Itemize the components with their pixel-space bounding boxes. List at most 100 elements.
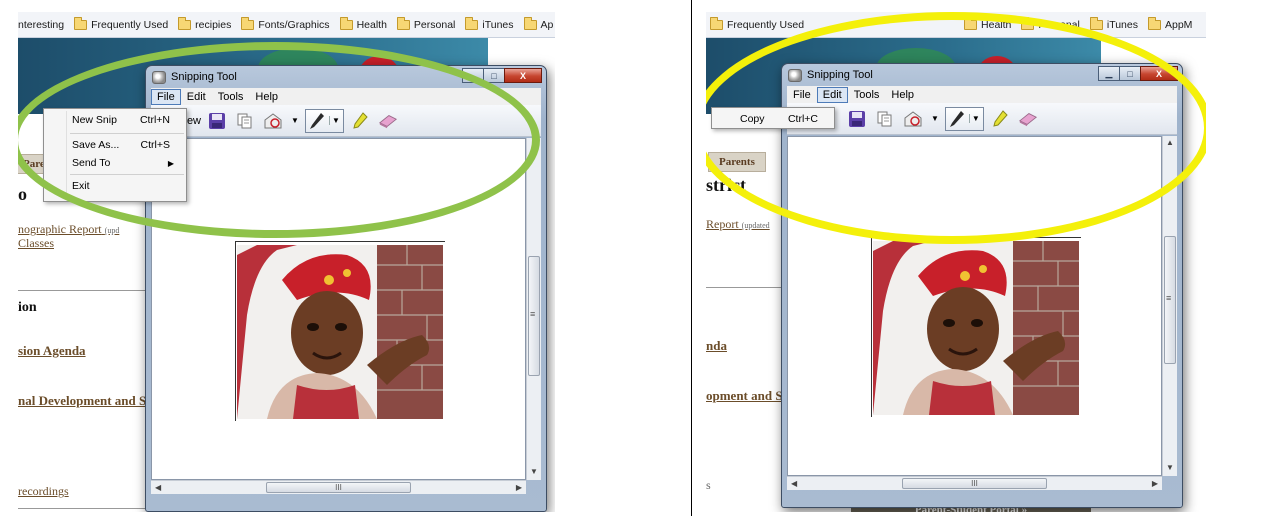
title-bar[interactable]: Snipping Tool ▁ □ X <box>782 64 1182 86</box>
menu-bar: File Edit Tools Help <box>151 88 541 105</box>
menu-item-copy[interactable]: Copy Ctrl+C <box>712 108 834 130</box>
bookmark-label: recipies <box>195 18 232 31</box>
title-bar[interactable]: Snipping Tool ▁ □ X <box>146 66 546 88</box>
menu-file[interactable]: File <box>787 87 817 103</box>
menu-item-send-to[interactable]: Send To ▶ <box>44 154 186 172</box>
menu-item-shortcut: Ctrl+N <box>139 114 170 126</box>
bookmark-personal[interactable]: Personal <box>1021 16 1080 31</box>
folder-icon <box>1089 16 1103 30</box>
demographic-report-link[interactable]: nographic Report (upd <box>18 222 119 237</box>
menu-item-save-as[interactable]: Save As... Ctrl+S <box>44 136 186 154</box>
pen-dropdown-arrow-icon[interactable]: ▼ <box>328 116 340 125</box>
professional-development-link[interactable]: nal Development and S <box>18 393 146 409</box>
send-icon[interactable] <box>903 109 923 129</box>
maximize-button[interactable]: □ <box>1119 66 1141 81</box>
bookmark-label: iTunes <box>482 18 514 31</box>
horizontal-scroll-thumb[interactable]: III <box>902 478 1047 489</box>
window-controls: ▁ □ X <box>1098 66 1178 81</box>
scroll-right-arrow-icon[interactable]: ▶ <box>1152 479 1158 488</box>
scroll-down-arrow-icon[interactable]: ▼ <box>530 467 538 476</box>
vertical-scrollbar[interactable]: ▲ ≡ ▼ <box>526 138 541 480</box>
send-dropdown-arrow-icon[interactable]: ▼ <box>291 116 299 125</box>
bookmark-health[interactable]: Health <box>339 16 387 31</box>
bookmarks-bar: nteresting Frequently Used recipies Font… <box>18 12 555 38</box>
pen-tool-button[interactable]: ▼ <box>304 108 344 133</box>
pen-icon <box>309 112 324 129</box>
eraser-icon[interactable] <box>378 111 398 131</box>
vertical-scrollbar[interactable]: ▲ ≡ ▼ <box>1162 136 1177 476</box>
window-title: Snipping Tool <box>807 69 873 81</box>
menu-item-exit[interactable]: Exit <box>44 177 186 195</box>
send-dropdown-arrow-icon[interactable]: ▼ <box>931 114 939 123</box>
folder-icon <box>1148 16 1161 30</box>
close-button[interactable]: X <box>1140 66 1178 81</box>
scroll-right-arrow-icon[interactable]: ▶ <box>516 483 522 492</box>
menu-item-label: Exit <box>72 180 90 192</box>
bookmark-recipies[interactable]: recipies <box>178 16 232 31</box>
bookmark-ap[interactable]: Ap <box>523 16 553 31</box>
menu-item-new-snip[interactable]: New Snip Ctrl+N <box>44 109 186 131</box>
folder-icon <box>465 16 479 30</box>
bookmark-frequently-used[interactable]: Frequently Used <box>710 16 804 31</box>
scroll-up-arrow-icon[interactable]: ▲ <box>1166 138 1174 147</box>
scroll-grip: ≡ <box>1166 293 1172 303</box>
folder-icon <box>74 16 88 30</box>
bookmark-personal[interactable]: Personal <box>396 16 455 31</box>
page-fragment: s <box>706 478 711 492</box>
save-icon[interactable] <box>207 111 227 131</box>
session-agenda-link[interactable]: nda <box>706 338 727 354</box>
scroll-left-arrow-icon[interactable]: ◀ <box>791 479 797 488</box>
menu-help[interactable]: Help <box>885 87 920 103</box>
scroll-up-arrow-icon[interactable]: ▲ <box>530 140 538 149</box>
bookmark-itunes[interactable]: iTunes <box>465 16 514 31</box>
highlighter-icon[interactable] <box>350 111 370 131</box>
eraser-icon[interactable] <box>1018 109 1038 129</box>
edit-menu-dropdown: Copy Ctrl+C <box>711 107 835 129</box>
minimize-button[interactable]: ▁ <box>462 68 484 83</box>
bookmark-interesting[interactable]: nteresting <box>18 19 64 31</box>
menu-edit[interactable]: Edit <box>181 89 212 105</box>
recordings-link[interactable]: recordings <box>18 484 69 499</box>
bookmark-label: Personal <box>1038 18 1080 31</box>
bookmark-frequently-used[interactable]: Frequently Used <box>74 16 168 31</box>
menu-edit[interactable]: Edit <box>816 86 848 103</box>
vertical-scroll-thumb[interactable]: ≡ <box>528 256 540 376</box>
horizontal-scrollbar[interactable]: ◀ III ▶ <box>151 480 526 494</box>
menu-file[interactable]: File <box>151 88 181 105</box>
snipping-tool-window: Snipping Tool ▁ □ X File Edit Tools Help… <box>145 65 547 512</box>
pen-dropdown-arrow-icon[interactable]: ▼ <box>968 114 980 123</box>
horizontal-scroll-thumb[interactable]: III <box>266 482 411 493</box>
snip-photo <box>873 241 1079 415</box>
horizontal-scrollbar[interactable]: ◀ III ▶ <box>787 476 1162 490</box>
copy-icon[interactable] <box>235 111 255 131</box>
menu-help[interactable]: Help <box>249 89 284 105</box>
professional-development-link[interactable]: opment and S <box>706 388 783 404</box>
copy-icon[interactable] <box>875 109 895 129</box>
demographic-report-link[interactable]: Report (updated <box>706 217 770 232</box>
scroll-down-arrow-icon[interactable]: ▼ <box>1166 463 1174 472</box>
vertical-scroll-thumb[interactable]: ≡ <box>1164 236 1176 364</box>
menu-separator <box>70 133 184 134</box>
bookmark-health[interactable]: Health <box>964 16 1011 31</box>
bookmark-itunes[interactable]: iTunes <box>1089 16 1138 31</box>
divider <box>706 287 786 288</box>
close-button[interactable]: X <box>504 68 542 83</box>
classes-link[interactable]: Classes <box>18 236 54 251</box>
bookmark-appm[interactable]: AppM <box>1148 16 1192 31</box>
folder-icon <box>339 16 353 30</box>
toolbar: ▼ ▼ <box>787 103 1177 135</box>
maximize-button[interactable]: □ <box>483 68 505 83</box>
minimize-button[interactable]: ▁ <box>1098 66 1120 81</box>
save-icon[interactable] <box>847 109 867 129</box>
right-screenshot-cell: Frequently Used Health Personal iTunes A… <box>693 0 1280 516</box>
scroll-left-arrow-icon[interactable]: ◀ <box>155 483 161 492</box>
highlighter-icon[interactable] <box>990 109 1010 129</box>
pen-tool-button[interactable]: ▼ <box>944 106 984 131</box>
parents-tab[interactable]: Parents <box>708 152 766 172</box>
snipping-tool-icon <box>152 70 166 84</box>
menu-tools[interactable]: Tools <box>212 89 250 105</box>
send-icon[interactable] <box>263 111 283 131</box>
bookmark-fonts-graphics[interactable]: Fonts/Graphics <box>241 16 330 31</box>
menu-tools[interactable]: Tools <box>848 87 886 103</box>
session-agenda-link[interactable]: sion Agenda <box>18 343 86 359</box>
